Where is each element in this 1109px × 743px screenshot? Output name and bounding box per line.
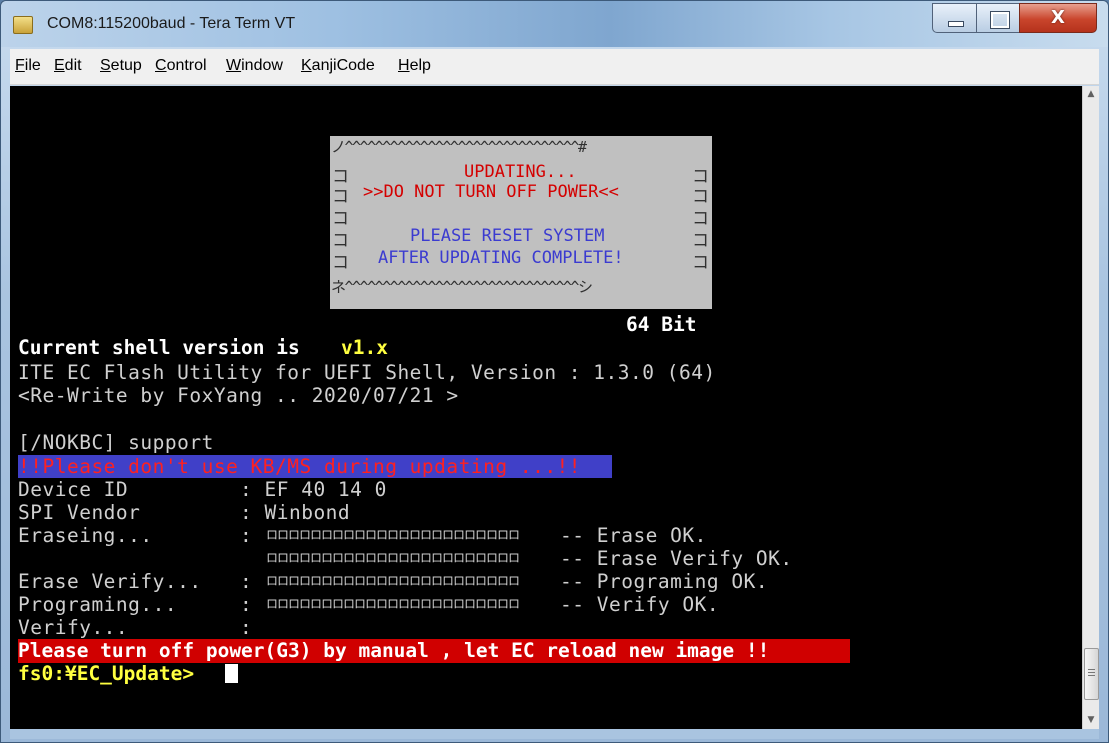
menu-kanjicode[interactable]: KanjiCode: [301, 57, 375, 75]
menu-edit[interactable]: Edit: [54, 57, 82, 75]
erasing-label: Eraseing...: [18, 524, 153, 547]
erase-verify-progress-bar: ロロロロロロロロロロロロロロロロロロロロロロロ: [266, 551, 520, 565]
dialog-complete-text: AFTER UPDATING COMPLETE!: [378, 248, 624, 268]
utility-version-line: ITE EC Flash Utility for UEFI Shell, Ver…: [18, 361, 716, 384]
kbms-warning-text: !!Please don't use KB/MS during updating…: [18, 455, 582, 478]
terminal-screen[interactable]: ノ^^^^^^^^^^^^^^^^^^^^^^^^^^^^^^^# コ コ コ …: [10, 86, 1082, 729]
power-off-message: Please turn off power(G3) by manual , le…: [18, 639, 770, 662]
update-warning-box: ノ^^^^^^^^^^^^^^^^^^^^^^^^^^^^^^^# コ コ コ …: [330, 136, 712, 309]
verify-label: Verify...: [18, 616, 129, 639]
programming-progress-bar: ロロロロロロロロロロロロロロロロロロロロロロロ: [266, 574, 520, 588]
minimize-icon: [948, 21, 964, 27]
erase-verify-colon: :: [240, 570, 253, 593]
device-id-value: : EF 40 14 0: [240, 478, 387, 501]
dialog-updating-text: UPDATING...: [464, 162, 577, 182]
programming-label: Programing...: [18, 593, 178, 616]
close-button[interactable]: X: [1019, 3, 1097, 33]
dialog-side-right-5: コ: [692, 253, 709, 273]
nokbc-support-line: [/NOKBC] support: [18, 431, 214, 454]
menu-file[interactable]: File: [15, 57, 41, 75]
erase-progress-bar: ロロロロロロロロロロロロロロロロロロロロロロロ: [266, 528, 520, 542]
erase-verify-ok-status: -- Erase Verify OK.: [560, 547, 793, 570]
erase-ok-status: -- Erase OK.: [560, 524, 707, 547]
shell-version-value: v1.x: [341, 336, 388, 359]
spi-vendor-value: : Winbond: [240, 501, 351, 524]
maximize-icon: [991, 12, 1009, 28]
menu-help[interactable]: Help: [398, 57, 431, 75]
programming-ok-status: -- Programing OK.: [560, 570, 769, 593]
scroll-up-arrow-icon[interactable]: ▲: [1083, 86, 1099, 103]
window-bottom-frame: [10, 729, 1099, 739]
verify-progress-bar: ロロロロロロロロロロロロロロロロロロロロロロロ: [266, 597, 520, 611]
title-bar[interactable]: COM8:115200baud - Tera Term VT X: [1, 1, 1108, 47]
menu-bar: File Edit Setup Control Window KanjiCode…: [10, 49, 1099, 85]
menu-control[interactable]: Control: [155, 57, 207, 75]
minimize-button[interactable]: [932, 3, 977, 33]
teraterm-app-icon[interactable]: [13, 16, 33, 34]
bit-label: 64 Bit: [626, 313, 697, 336]
text-cursor: [225, 664, 238, 683]
close-icon: X: [1051, 7, 1065, 28]
dialog-power-warning: >>DO NOT TURN OFF POWER<<: [363, 182, 619, 202]
vertical-scrollbar[interactable]: ▲ ▼: [1082, 86, 1099, 729]
dialog-top-border: ノ^^^^^^^^^^^^^^^^^^^^^^^^^^^^^^^#: [331, 138, 587, 156]
maximize-button[interactable]: [976, 3, 1020, 33]
scroll-down-arrow-icon[interactable]: ▼: [1083, 712, 1099, 729]
tera-term-window: COM8:115200baud - Tera Term VT X File Ed…: [0, 0, 1109, 743]
rewrite-credit-line: <Re-Write by FoxYang .. 2020/07/21 >: [18, 384, 459, 407]
dialog-bottom-border: ネ^^^^^^^^^^^^^^^^^^^^^^^^^^^^^^^シ: [331, 278, 593, 296]
spi-vendor-label: SPI Vendor: [18, 501, 141, 524]
scroll-thumb[interactable]: [1084, 648, 1099, 700]
menu-window[interactable]: Window: [226, 57, 283, 75]
erasing-colon: :: [240, 524, 253, 547]
shell-version-prefix: Current shell version is: [18, 336, 312, 359]
menu-setup[interactable]: Setup: [100, 57, 142, 75]
dialog-side-left-5: コ: [332, 253, 349, 273]
programming-colon: :: [240, 593, 253, 616]
shell-prompt: fs0:¥EC_Update>: [18, 662, 195, 685]
verify-colon: :: [240, 616, 253, 639]
device-id-label: Device ID: [18, 478, 129, 501]
erase-verify-label: Erase Verify...: [18, 570, 202, 593]
verify-ok-status: -- Verify OK.: [560, 593, 720, 616]
dialog-reset-text: PLEASE RESET SYSTEM: [410, 226, 605, 246]
window-title: COM8:115200baud - Tera Term VT: [47, 15, 296, 32]
